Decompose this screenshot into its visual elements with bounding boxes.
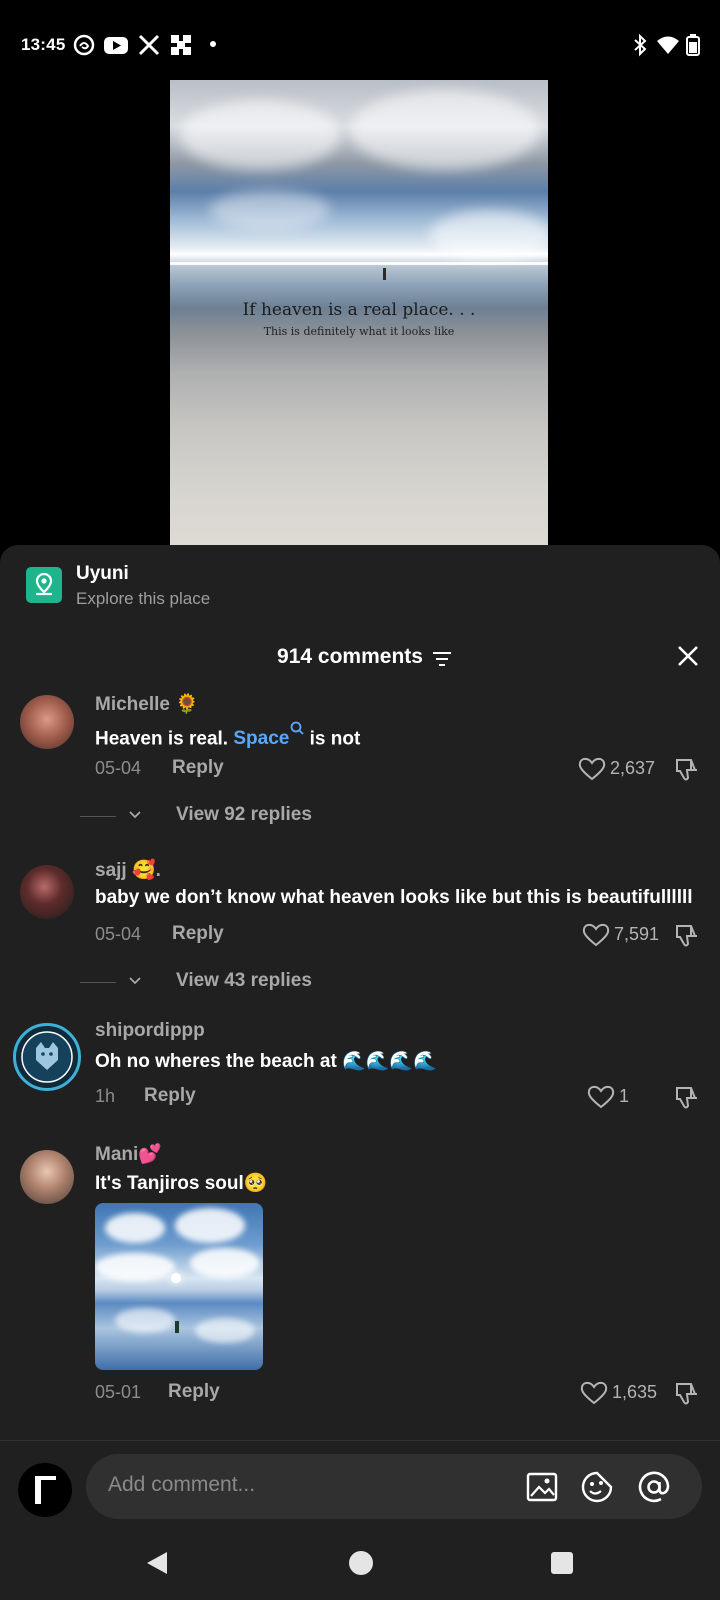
like-count: 1 (619, 1086, 630, 1106)
heart-icon (580, 1381, 608, 1405)
reply-button[interactable]: Reply (144, 1085, 196, 1107)
x-icon (138, 34, 160, 56)
chevron-down-icon (129, 977, 141, 985)
view-replies-text: View 92 replies (176, 804, 312, 825)
mention-icon[interactable] (637, 1470, 671, 1504)
image-icon[interactable] (525, 1470, 559, 1504)
dislike-icon[interactable] (673, 1380, 701, 1408)
search-link[interactable]: Space (233, 721, 304, 750)
status-bar: 13:45 (0, 0, 720, 90)
heart-icon (582, 923, 610, 947)
threads-icon (73, 34, 95, 56)
view-replies-text: View 43 replies (176, 970, 312, 991)
battery-icon (686, 34, 700, 56)
comment-username[interactable]: Michelle 🌻 (95, 692, 199, 716)
emoji-icon[interactable] (580, 1470, 614, 1504)
avatar[interactable] (20, 865, 74, 919)
place-subtitle: Explore this place (76, 589, 211, 608)
comment-item: Michelle 🌻 Heaven is real. Space is not … (0, 692, 720, 845)
comment-date: 1h (95, 1086, 116, 1106)
comments-header: 914 comments (0, 645, 720, 685)
view-replies-button[interactable]: View 43 replies (80, 970, 312, 996)
chevron-down-icon (129, 811, 141, 819)
comment-text: baby we don’t know what heaven looks lik… (95, 887, 693, 908)
search-link-label: Space (233, 728, 290, 750)
comment-date: 05-04 (95, 924, 142, 944)
comment-username[interactable]: shipordippp (95, 1020, 205, 1042)
notification-dot (210, 41, 216, 47)
gamma-logo-icon (35, 1476, 56, 1504)
app-icon (171, 35, 191, 55)
close-icon[interactable] (674, 642, 702, 670)
status-time: 13:45 (21, 35, 66, 54)
avatar[interactable] (20, 1150, 74, 1204)
person-silhouette (383, 268, 386, 280)
heart-icon (587, 1085, 615, 1109)
comment-text: Heaven is real. Space is not (95, 721, 360, 750)
recents-icon[interactable] (550, 1551, 574, 1575)
comment-username[interactable]: Mani💕 (95, 1142, 162, 1166)
like-count: 2,637 (610, 758, 656, 778)
like-count: 1,635 (612, 1382, 658, 1402)
reply-button[interactable]: Reply (168, 1381, 220, 1403)
view-replies-label: View 43 replies (128, 970, 312, 992)
filter-icon[interactable] (432, 650, 452, 668)
like-button[interactable]: 7,591 (582, 921, 662, 949)
like-count: 7,591 (614, 924, 660, 944)
like-button[interactable]: 1,635 (580, 1379, 660, 1407)
comment-item: Mani💕 It's Tanjiros soul🥺 05-01 Reply 1,… (0, 1144, 720, 1420)
video-overlay-title: If heaven is a real place. . . (242, 300, 476, 320)
comment-text-part: Heaven is real. (95, 728, 234, 750)
comment-item: sajj 🥰. baby we don’t know what heaven l… (0, 860, 720, 1015)
view-replies-button[interactable]: View 92 replies (80, 804, 312, 830)
youtube-icon (104, 37, 128, 54)
reply-button[interactable]: Reply (172, 757, 224, 779)
place-name: Uyuni (76, 563, 129, 584)
location-pin-icon (26, 567, 62, 603)
like-button[interactable]: 1 (587, 1083, 637, 1111)
avatar[interactable] (20, 695, 74, 749)
dislike-icon[interactable] (673, 756, 701, 784)
bluetooth-icon (634, 33, 647, 57)
like-button[interactable]: 2,637 (578, 755, 658, 783)
dislike-icon[interactable] (673, 1084, 701, 1112)
comment-item: shipordippp Oh no wheres the beach at 🌊🌊… (0, 1020, 720, 1133)
avatar[interactable] (13, 1023, 81, 1091)
cougar-logo-icon (21, 1031, 73, 1083)
my-avatar[interactable] (18, 1463, 72, 1517)
comment-date: 05-04 (95, 758, 142, 778)
heart-icon (578, 757, 606, 781)
reply-button[interactable]: Reply (172, 923, 224, 945)
video-overlay-subtitle: This is definitely what it looks like (263, 325, 455, 338)
place-row[interactable]: Uyuni Explore this place (0, 545, 720, 625)
view-replies-label: View 92 replies (128, 804, 312, 826)
home-icon[interactable] (348, 1550, 374, 1576)
comment-input-bar: Add comment... (0, 1440, 720, 1525)
comment-text: Oh no wheres the beach at 🌊🌊🌊🌊 (95, 1051, 437, 1072)
comment-input-placeholder: Add comment... (108, 1473, 256, 1496)
back-icon[interactable] (145, 1550, 169, 1576)
comments-count-title: 914 comments (277, 645, 423, 668)
comment-text-part: is not (304, 728, 361, 750)
comment-text: It's Tanjiros soul🥺 (95, 1173, 268, 1194)
dislike-icon[interactable] (673, 922, 701, 950)
comment-date: 05-01 (95, 1382, 142, 1402)
video-player[interactable]: If heaven is a real place. . . This is d… (170, 80, 548, 545)
system-nav-bar (0, 1525, 720, 1600)
comment-image[interactable] (95, 1203, 263, 1370)
comment-username[interactable]: sajj 🥰. (95, 858, 161, 882)
search-icon (290, 721, 304, 735)
wifi-icon (657, 36, 679, 54)
comment-input[interactable]: Add comment... (86, 1454, 702, 1519)
